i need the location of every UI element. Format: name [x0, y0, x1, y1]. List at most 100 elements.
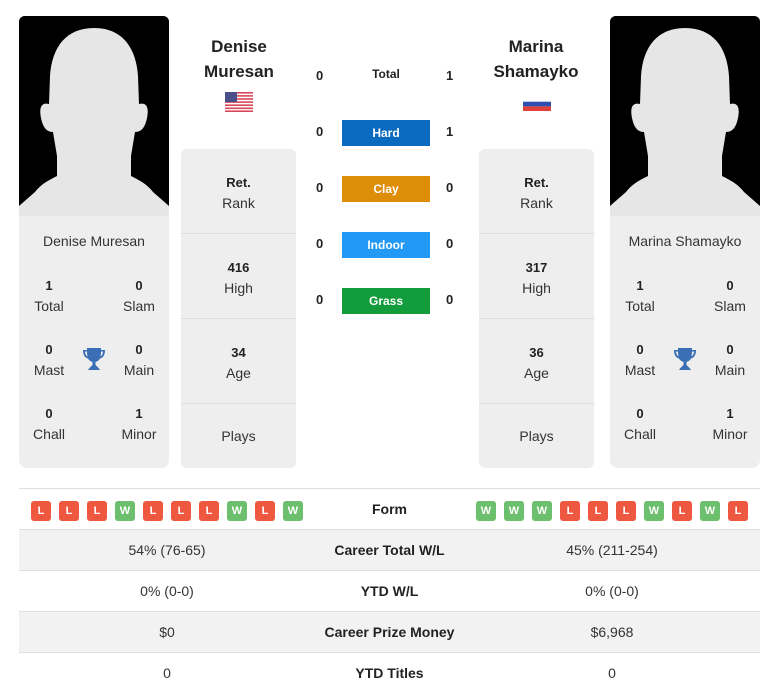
- high-value: 317: [525, 260, 548, 275]
- titles-main-label: Main: [714, 362, 746, 378]
- age-cell: 36 Age: [479, 343, 594, 428]
- form-row: LLLWLLLWLW Form WWWLLLWLWL: [19, 488, 760, 529]
- titles-total-value: 1: [45, 278, 53, 293]
- age-cell: 34 Age: [181, 343, 296, 428]
- player-first-name: Marina: [508, 37, 564, 56]
- form-win-badge[interactable]: W: [227, 501, 247, 521]
- form-loss-badge[interactable]: L: [171, 501, 191, 521]
- titles-main-label: Main: [123, 362, 155, 378]
- form-win-badge[interactable]: W: [476, 501, 496, 521]
- divider: [181, 403, 296, 404]
- row-label: Career Total W/L: [334, 542, 445, 558]
- row-label: YTD W/L: [360, 583, 419, 599]
- titles-main: 0 Main: [700, 340, 760, 380]
- right-value: 0% (0-0): [585, 583, 639, 599]
- h2h-row-grass: 0 Grass 0: [300, 288, 470, 314]
- titles-minor-value: 1: [726, 406, 734, 421]
- divider: [479, 233, 594, 234]
- form-loss-badge[interactable]: L: [616, 501, 636, 521]
- silhouette-icon: [19, 16, 169, 216]
- h2h-right-value: 0: [446, 292, 454, 307]
- left-value: 0% (0-0): [140, 583, 194, 599]
- player-name-left[interactable]: Denise Muresan: [164, 34, 314, 84]
- titles-total-label: Total: [625, 298, 655, 314]
- table-row: 54% (76-65) Career Total W/L 45% (211-25…: [19, 529, 760, 570]
- form-win-badge[interactable]: W: [644, 501, 664, 521]
- titles-total: 1 Total: [19, 276, 79, 316]
- surface-hard-badge[interactable]: Hard: [342, 120, 430, 146]
- high-label: High: [224, 280, 253, 296]
- form-loss-badge[interactable]: L: [588, 501, 608, 521]
- age-label: Age: [524, 365, 549, 381]
- form-loss-badge[interactable]: L: [31, 501, 51, 521]
- h2h-left-value: 0: [316, 124, 324, 139]
- surface-indoor-badge[interactable]: Indoor: [342, 232, 430, 258]
- rank-panel-left: Ret. Rank 416 High 34 Age Plays: [181, 149, 296, 468]
- trophy-icon: [83, 348, 105, 370]
- table-row: $0 Career Prize Money $6,968: [19, 611, 760, 652]
- h2h-row-hard: 0 Hard 1: [300, 120, 470, 146]
- player-last-name: Shamayko: [493, 62, 579, 81]
- h2h-row-total: 0 Total 1: [300, 64, 470, 90]
- h2h-left-value: 0: [316, 292, 324, 307]
- form-loss-badge[interactable]: L: [87, 501, 107, 521]
- rank-cell: Ret. Rank: [479, 173, 594, 258]
- rank-label: Rank: [520, 195, 553, 211]
- titles-chall-value: 0: [636, 406, 644, 421]
- player-photo-left: [19, 16, 169, 216]
- titles-minor: 1 Minor: [700, 404, 760, 444]
- titles-slam: 0 Slam: [700, 276, 760, 316]
- table-row: 0% (0-0) YTD W/L 0% (0-0): [19, 570, 760, 611]
- titles-mast-label: Mast: [624, 362, 656, 378]
- comparison-table: LLLWLLLWLW Form WWWLLLWLWL 54% (76-65) C…: [19, 488, 760, 693]
- form-loss-badge[interactable]: L: [560, 501, 580, 521]
- titles-chall-value: 0: [45, 406, 53, 421]
- plays-label: Plays: [519, 428, 554, 444]
- titles-main: 0 Main: [109, 340, 169, 380]
- left-value: 0: [163, 665, 171, 681]
- form-win-badge[interactable]: W: [283, 501, 303, 521]
- titles-total: 1 Total: [610, 276, 670, 316]
- player-full-name[interactable]: Denise Muresan: [19, 233, 169, 249]
- right-value: $6,968: [590, 624, 634, 640]
- titles-main-value: 0: [726, 342, 734, 357]
- rank-value: Ret.: [226, 175, 251, 190]
- form-loss-badge[interactable]: L: [199, 501, 219, 521]
- form-win-badge[interactable]: W: [700, 501, 720, 521]
- form-win-badge[interactable]: W: [115, 501, 135, 521]
- titles-slam-value: 0: [726, 278, 734, 293]
- usa-flag-icon: [225, 92, 253, 112]
- right-value: 45% (211-254): [566, 542, 658, 558]
- h2h-left-value: 0: [316, 180, 324, 195]
- high-cell: 317 High: [479, 258, 594, 343]
- table-row: 0 YTD Titles 0: [19, 652, 760, 693]
- form-win-badge[interactable]: W: [532, 501, 552, 521]
- player-name-right[interactable]: Marina Shamayko: [461, 34, 611, 84]
- surface-clay-badge[interactable]: Clay: [342, 176, 430, 202]
- titles-chall-label: Chall: [624, 426, 656, 442]
- rank-cell: Ret. Rank: [181, 173, 296, 258]
- form-loss-badge[interactable]: L: [672, 501, 692, 521]
- form-loss-badge[interactable]: L: [143, 501, 163, 521]
- form-loss-badge[interactable]: L: [255, 501, 275, 521]
- plays-label: Plays: [221, 428, 256, 444]
- trophy-icon: [674, 348, 696, 370]
- titles-mast-label: Mast: [33, 362, 65, 378]
- high-value: 416: [227, 260, 250, 275]
- form-win-badge[interactable]: W: [504, 501, 524, 521]
- player-card-right: Marina Shamayko 1 Total 0 Slam 0 Mast 0 Main…: [610, 216, 760, 468]
- player-full-name[interactable]: Marina Shamayko: [610, 233, 760, 249]
- h2h-right-value: 1: [446, 124, 454, 139]
- titles-minor: 1 Minor: [109, 404, 169, 444]
- titles-minor-label: Minor: [712, 426, 748, 442]
- divider: [181, 318, 296, 319]
- titles-main-value: 0: [135, 342, 143, 357]
- h2h-row-clay: 0 Clay 0: [300, 176, 470, 202]
- surface-grass-badge[interactable]: Grass: [342, 288, 430, 314]
- titles-mast: 0 Mast: [610, 340, 670, 380]
- h2h-right-value: 0: [446, 236, 454, 251]
- high-cell: 416 High: [181, 258, 296, 343]
- form-loss-badge[interactable]: L: [728, 501, 748, 521]
- titles-slam-value: 0: [135, 278, 143, 293]
- form-loss-badge[interactable]: L: [59, 501, 79, 521]
